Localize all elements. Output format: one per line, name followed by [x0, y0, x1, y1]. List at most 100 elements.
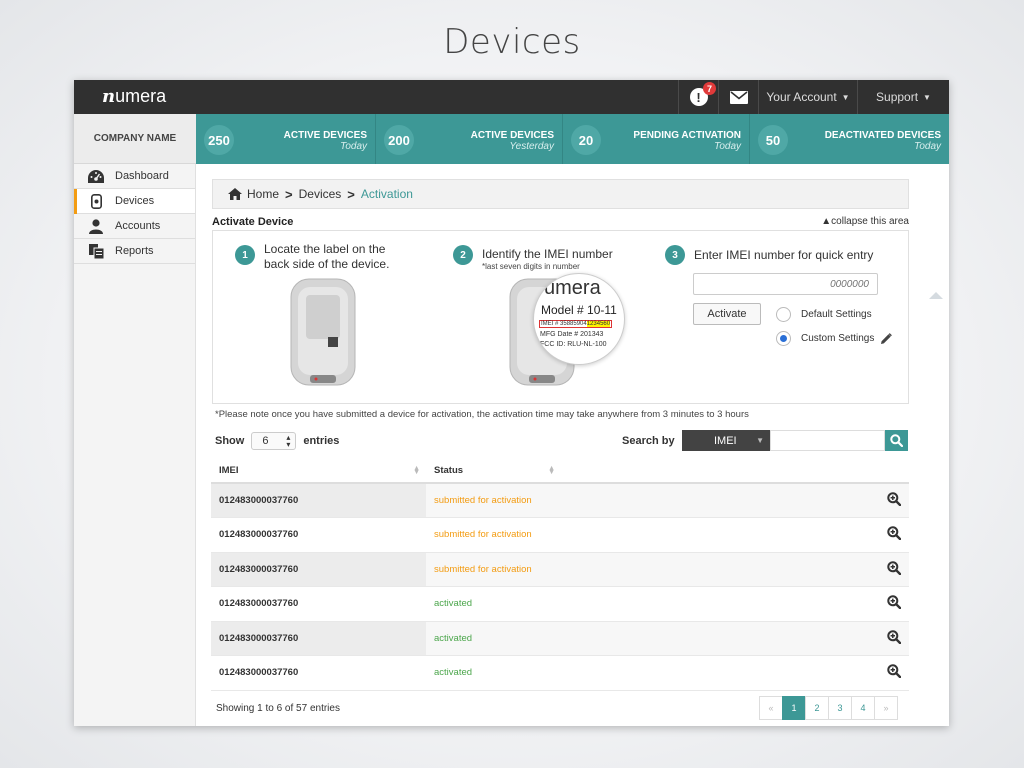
table-row[interactable]: 012483000037760 submitted for activation: [211, 517, 909, 553]
magnified-brand: umera: [544, 277, 601, 299]
caret-down-icon: ▼: [923, 92, 931, 102]
search-input[interactable]: [770, 430, 885, 451]
search-icon: [890, 434, 903, 447]
column-header-actions: [561, 459, 909, 484]
status-cell: activated: [426, 655, 561, 691]
view-details-button[interactable]: [561, 655, 909, 691]
search-field-select[interactable]: IMEI ▼: [682, 430, 770, 451]
breadcrumb-current: Activation: [360, 187, 413, 201]
step-1-badge: 1: [235, 245, 255, 265]
activate-button[interactable]: Activate: [693, 303, 761, 325]
table-row[interactable]: 012483000037760 activated: [211, 621, 909, 656]
caret-down-icon: ▼: [841, 92, 850, 102]
table-row[interactable]: 012483000037760 submitted for activation: [211, 483, 909, 518]
activate-panel: 1 Locate the label on the back side of t…: [212, 230, 909, 404]
triangle-up-icon: ▲: [821, 216, 832, 227]
magnified-fcc: FCC ID: RLU-NL-100: [540, 341, 607, 348]
home-icon: [228, 188, 242, 200]
section-title: Activate Device: [212, 216, 294, 228]
table-row[interactable]: 012483000037760 activated: [211, 655, 909, 691]
table-info: Showing 1 to 6 of 57 entries: [216, 703, 340, 714]
support-menu[interactable]: Support ▼: [857, 80, 949, 114]
stat-active-today[interactable]: 250 ACTIVE DEVICES Today: [196, 114, 376, 164]
top-nav: numera ! 7 Your Account ▼ Support ▼: [74, 80, 949, 114]
sidebar-item-accounts[interactable]: Accounts: [74, 214, 195, 239]
caret-down-icon: ▼: [756, 436, 764, 445]
step-1-text: Locate the label on the back side of the…: [264, 242, 390, 271]
custom-settings-option[interactable]: Custom Settings: [776, 331, 893, 346]
page-4[interactable]: 4: [851, 696, 875, 720]
account-menu[interactable]: Your Account ▼: [758, 80, 857, 114]
magnified-imei: IMEI # 358859041234560: [539, 320, 613, 328]
zoom-in-icon: [887, 664, 902, 679]
step-3-text: Enter IMEI number for quick entry: [694, 248, 874, 262]
default-settings-option[interactable]: Default Settings: [776, 307, 872, 322]
sidebar-item-devices[interactable]: Devices: [74, 189, 195, 214]
sort-icon: ▲ ▼: [413, 465, 420, 476]
company-name: COMPANY NAME: [74, 114, 196, 164]
zoom-in-icon: [887, 595, 902, 610]
stepper-icon: ▴ ▾: [286, 433, 291, 449]
brand-logo[interactable]: numera: [102, 86, 166, 107]
activate-section-header: Activate Device ▲collapse this area: [212, 216, 909, 230]
view-details-button[interactable]: [561, 552, 909, 587]
chevron-right-icon: >: [285, 186, 293, 202]
zoom-in-icon: [887, 561, 902, 575]
status-cell: submitted for activation: [426, 517, 561, 553]
table-row[interactable]: 012483000037760 submitted for activation: [211, 552, 909, 587]
page-1[interactable]: 1: [782, 696, 806, 720]
status-cell: submitted for activation: [426, 483, 561, 518]
stat-active-yesterday[interactable]: 200 ACTIVE DEVICES Yesterday: [376, 114, 563, 164]
user-icon: [87, 218, 105, 234]
magnified-mfg: MFG Date # 201343: [540, 331, 604, 338]
radio-default[interactable]: [776, 307, 791, 322]
status-cell: activated: [426, 586, 561, 622]
entries-select[interactable]: 6 ▴ ▾: [251, 432, 297, 450]
imei-input[interactable]: [693, 273, 878, 295]
reports-icon: [87, 243, 105, 259]
pencil-icon[interactable]: [880, 332, 893, 345]
chevron-right-icon: >: [347, 186, 355, 202]
collapse-link[interactable]: ▲collapse this area: [821, 216, 909, 227]
zoom-in-icon: [887, 526, 902, 541]
column-header-imei[interactable]: IMEI ▲ ▼: [211, 459, 426, 484]
devices-table: IMEI ▲ ▼ Status ▲ ▼ 012483000037760 submitte…: [211, 459, 909, 691]
pagination: « 1 2 3 4 »: [759, 696, 898, 720]
stat-pending-activation[interactable]: 20 PENDING ACTIVATION Today: [563, 114, 750, 164]
page-3[interactable]: 3: [828, 696, 852, 720]
page-next[interactable]: »: [874, 696, 898, 720]
view-details-button[interactable]: [561, 517, 909, 553]
breadcrumb-devices[interactable]: Devices: [299, 187, 342, 201]
view-details-button[interactable]: [561, 586, 909, 622]
imei-cell: 012483000037760: [211, 483, 426, 518]
triangle-up-decoration: [929, 292, 943, 299]
messages-button[interactable]: [718, 80, 758, 114]
search-button[interactable]: [885, 430, 908, 451]
sidebar: Dashboard Devices Accounts Reports: [74, 164, 196, 726]
alerts-button[interactable]: ! 7: [678, 80, 718, 114]
sidebar-item-reports[interactable]: Reports: [74, 239, 195, 264]
app-window: numera ! 7 Your Account ▼ Support ▼ COMPAN…: [74, 80, 949, 726]
view-details-button[interactable]: [561, 621, 909, 656]
view-details-button[interactable]: [561, 483, 909, 518]
radio-custom[interactable]: [776, 331, 791, 346]
alert-count-badge: 7: [703, 82, 716, 95]
sidebar-item-dashboard[interactable]: Dashboard: [74, 164, 195, 189]
breadcrumb-home[interactable]: Home: [247, 187, 279, 201]
device-icon: [87, 193, 105, 209]
device-back-illustration: [290, 278, 356, 386]
sort-icon: ▲ ▼: [548, 465, 555, 476]
imei-cell: 012483000037760: [211, 552, 426, 587]
stat-deactivated[interactable]: 50 DEACTIVATED DEVICES Today: [750, 114, 949, 164]
table-row[interactable]: 012483000037760 activated: [211, 586, 909, 622]
page-2[interactable]: 2: [805, 696, 829, 720]
label-magnifier: umera Model # 10-11 IMEI # 3588590412345…: [533, 273, 625, 365]
zoom-in-icon: [887, 492, 902, 507]
imei-cell: 012483000037760: [211, 655, 426, 691]
imei-cell: 012483000037760: [211, 621, 426, 656]
zoom-in-icon: [887, 630, 902, 644]
page-prev[interactable]: «: [759, 696, 783, 720]
status-cell: submitted for activation: [426, 552, 561, 587]
imei-cell: 012483000037760: [211, 517, 426, 553]
column-header-status[interactable]: Status ▲ ▼: [426, 459, 561, 484]
